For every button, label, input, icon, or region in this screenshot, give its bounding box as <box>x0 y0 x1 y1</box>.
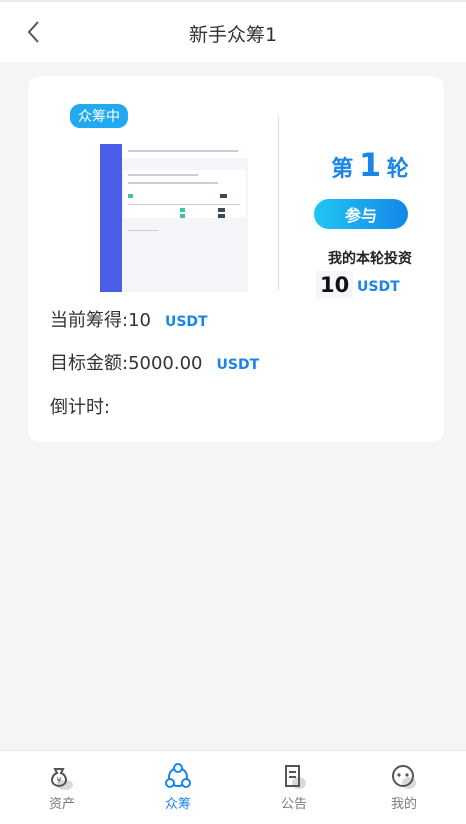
money-bag-icon: ¥ <box>51 768 73 790</box>
document-icon <box>285 765 306 789</box>
target-row: 目标金额:5000.00 USDT <box>50 353 260 374</box>
round-number: 第 1 轮 <box>331 146 409 184</box>
status-badge: 众筹中 <box>70 104 128 128</box>
bottom-tab-bar: ¥ 资产 众筹 公告 我的 <box>0 750 466 824</box>
project-thumbnail <box>100 144 248 292</box>
page-title: 新手众筹1 <box>188 24 278 46</box>
divider <box>278 116 279 290</box>
tab-announcements[interactable]: 公告 <box>236 759 352 819</box>
tab-profile[interactable]: 我的 <box>346 759 462 819</box>
header-bar: 新手众筹1 <box>0 0 466 62</box>
my-investment-value: 10 <box>316 271 354 299</box>
raised-row: 当前筹得:10 USDT <box>50 310 208 331</box>
join-button[interactable]: 参与 <box>314 199 408 229</box>
crowdfund-icon <box>165 763 191 788</box>
countdown-row: 倒计时: <box>50 397 111 418</box>
svg-text:¥: ¥ <box>56 776 61 785</box>
my-investment-label: 我的本轮投资 <box>328 251 412 267</box>
profile-icon <box>392 765 416 789</box>
my-investment-unit: USDT <box>357 279 400 295</box>
tab-crowdfund[interactable]: 众筹 <box>120 759 236 819</box>
project-card: 众筹中 第 1 轮 参与 我的本轮投资 10 USDT 当前筹得:10 USDT … <box>28 76 444 442</box>
tab-assets[interactable]: ¥ 资产 <box>4 759 120 819</box>
